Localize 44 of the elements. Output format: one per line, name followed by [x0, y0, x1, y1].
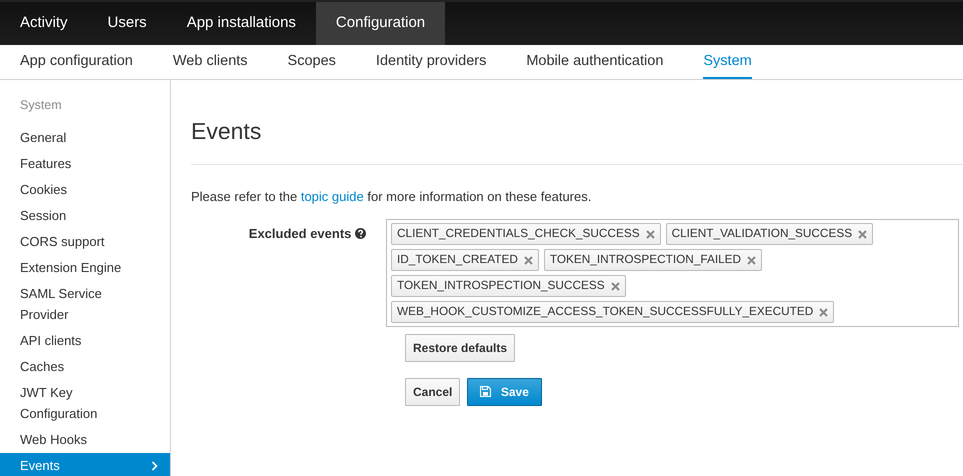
sidebar-item[interactable]: Features — [0, 150, 170, 177]
subnav-tab[interactable]: Web clients — [172, 49, 248, 79]
sidebar-item[interactable]: Events — [0, 452, 170, 476]
subnav-tab[interactable]: System — [703, 49, 752, 79]
sidebar-item[interactable]: Session — [0, 202, 170, 229]
sidebar-item[interactable]: CORS support — [0, 228, 170, 255]
nav-tab[interactable]: Users — [88, 2, 167, 45]
nav-tab[interactable]: Configuration — [316, 2, 446, 45]
event-tag[interactable]: TOKEN_INTROSPECTION_FAILED — [544, 249, 762, 272]
sidebar-item[interactable]: API clients — [0, 328, 170, 354]
restore-defaults-button[interactable]: Restore defaults — [405, 334, 516, 362]
sidebar-item[interactable]: Extension Engine — [0, 254, 170, 281]
event-tag[interactable]: TOKEN_INTROSPECTION_SUCCESS — [391, 275, 626, 298]
intro-text: Please refer to the topic guide for more information on these features. — [191, 188, 592, 206]
field-label: Excluded events — [248, 226, 352, 242]
sidebar-item[interactable]: Caches — [0, 354, 170, 380]
chevron-icon — [151, 460, 158, 471]
event-tag[interactable]: ID_TOKEN_CREATED — [391, 249, 539, 272]
nav-tab[interactable]: App installations — [166, 2, 316, 45]
remove-icon — [524, 256, 533, 265]
sidebar-item[interactable]: Cookies — [0, 176, 170, 203]
remove-icon — [610, 282, 620, 291]
cancel-button[interactable]: Cancel — [405, 378, 460, 406]
sidebar-item[interactable]: General — [0, 124, 170, 151]
sidebar-item[interactable]: Web Hooks — [0, 426, 170, 453]
remove-icon — [858, 230, 868, 239]
nav-tab[interactable]: Activity — [0, 2, 88, 45]
remove-icon — [747, 256, 756, 265]
tag-input-field[interactable]: CLIENT_CREDENTIALS_CHECK_SUCCESS CLIENT_VALIDATION_SUCCESS ID_TOKEN_CREATED TOKEN_INTROSPECTION_FAILED TOKEN_INTROSPECTION_SUCCESS WEB_HOOK_CUSTOMIZE_ACCESS_TOKEN_SUCCESSFULLY_EXECUTED — [386, 219, 959, 328]
event-tag[interactable]: CLIENT_VALIDATION_SUCCESS — [666, 223, 874, 246]
subnav-tab[interactable]: Identity providers — [376, 49, 486, 79]
sidebar-heading: System — [19, 97, 63, 114]
remove-icon — [646, 230, 655, 239]
page-title: Events — [191, 118, 262, 146]
topic-guide-link[interactable]: topic guide — [300, 188, 364, 204]
event-tag[interactable]: CLIENT_CREDENTIALS_CHECK_SUCCESS — [391, 223, 661, 246]
subnav-tab[interactable]: Scopes — [288, 49, 336, 79]
remove-icon — [819, 308, 828, 317]
subnav-tab[interactable]: Mobile authentication — [526, 49, 664, 79]
help-icon — [355, 228, 366, 240]
sidebar-item[interactable]: JWT Key Configuration — [0, 380, 170, 427]
sidebar-item[interactable]: SAML Service Provider — [0, 280, 170, 328]
event-tag[interactable]: WEB_HOOK_CUSTOMIZE_ACCESS_TOKEN_SUCCESSFULLY_EXECUTED — [391, 301, 834, 324]
subnav-tab[interactable]: App configuration — [20, 49, 133, 79]
